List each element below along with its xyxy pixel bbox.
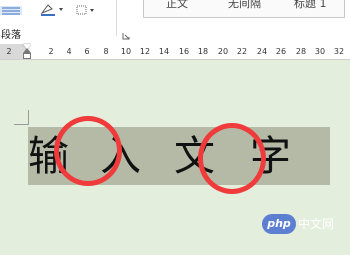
- margin-corner-mark: [14, 124, 28, 125]
- dialog-launcher-icon[interactable]: [122, 32, 130, 40]
- php-logo: php: [262, 214, 296, 234]
- style-no-spacing[interactable]: 无间隔: [228, 0, 261, 11]
- ruler-tick: 24: [256, 47, 268, 56]
- styles-gallery[interactable]: 正文 无间隔 标题 1: [143, 0, 345, 18]
- ruler-tick: 8: [103, 47, 109, 56]
- highlight-circle: [198, 123, 266, 194]
- ruler-tick: 20: [217, 47, 229, 56]
- ruler-tick: 4: [66, 47, 72, 56]
- ruler-tick: 22: [236, 47, 248, 56]
- ribbon: 段落 正文 无间隔 标题 1: [0, 0, 350, 45]
- ruler-tick: 16: [178, 47, 190, 56]
- highlight-circle: [54, 116, 122, 186]
- ruler-tick: 30: [314, 47, 326, 56]
- style-normal[interactable]: 正文: [166, 0, 188, 11]
- ribbon-separator: [116, 0, 117, 36]
- ruler-tick: 26: [275, 47, 287, 56]
- margin-corner-mark: [28, 110, 29, 125]
- borders-icon[interactable]: [76, 2, 98, 15]
- style-heading-1[interactable]: 标题 1: [294, 0, 327, 11]
- watermark-text: 中文网: [298, 217, 335, 231]
- ruler-tick: 10: [120, 47, 132, 56]
- ruler-tick: 6: [84, 47, 90, 56]
- paragraph-group-label: 段落: [1, 30, 21, 41]
- horizontal-ruler[interactable]: 2 2 4 6 8 10 12 14 16 18 20 22 24 26 28 …: [0, 44, 350, 60]
- shading-icon[interactable]: [40, 2, 70, 16]
- ruler-tick: 28: [295, 47, 307, 56]
- ruler-tick: 18: [197, 47, 209, 56]
- ruler-tick: 14: [158, 47, 170, 56]
- hanging-indent-marker[interactable]: [23, 48, 31, 59]
- ruler-tick: 2: [6, 47, 12, 56]
- ruler-tick: 12: [139, 47, 151, 56]
- ruler-tick: 2: [48, 47, 54, 56]
- ruler-tick: 32: [333, 47, 345, 56]
- list-icon[interactable]: [0, 2, 22, 15]
